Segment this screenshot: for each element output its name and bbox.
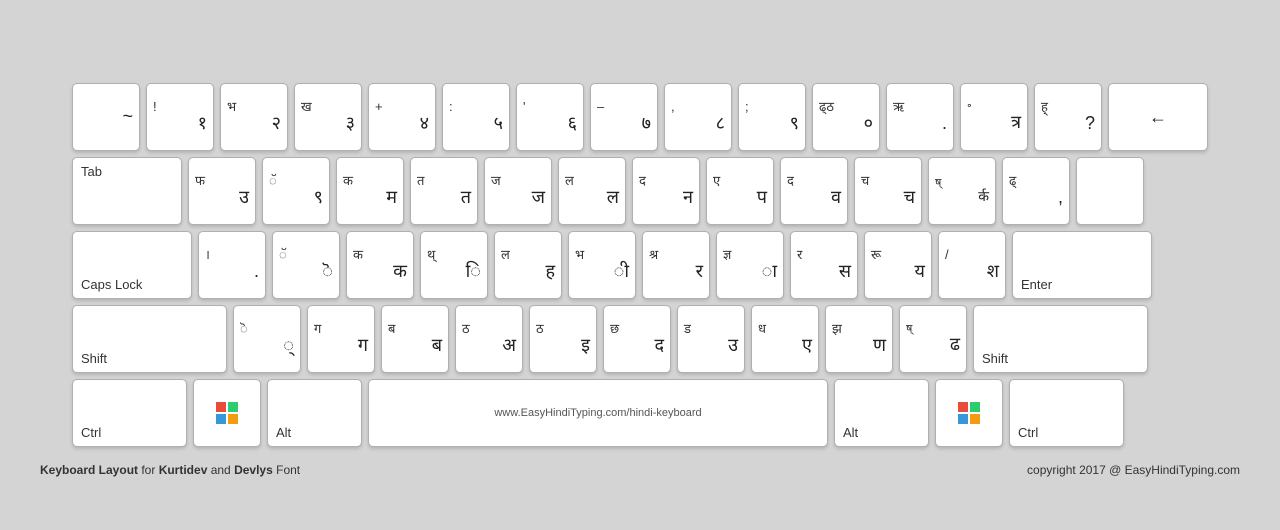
zxcv-row: Shift ॆ ् ग ग ब ब ठ अ ठ इ छ द ड उ <box>72 305 1208 373</box>
ctrl-left-key[interactable]: Ctrl <box>72 379 187 447</box>
key-e[interactable]: क म <box>336 157 404 225</box>
key-2[interactable]: भ २ <box>220 83 288 151</box>
windows-icon <box>216 402 238 424</box>
key-v[interactable]: ठ अ <box>455 305 523 373</box>
key-t[interactable]: ज ज <box>484 157 552 225</box>
enter-key[interactable]: Enter <box>1012 231 1152 299</box>
caps-lock-key[interactable]: Caps Lock <box>72 231 192 299</box>
key-i[interactable]: ए प <box>706 157 774 225</box>
key-y[interactable]: ल ल <box>558 157 626 225</box>
key-z[interactable]: ॆ ् <box>233 305 301 373</box>
footer-left: Keyboard Layout for Kurtidev and Devlys … <box>40 463 300 477</box>
key-m[interactable]: ड उ <box>677 305 745 373</box>
key-9[interactable]: ; ९ <box>738 83 806 151</box>
qwerty-row: Tab फ उ ॅ ९ क म त त ज ज ल ल द न <box>72 157 1208 225</box>
key-g[interactable]: ल ह <box>494 231 562 299</box>
key-bracket[interactable]: ह् ? <box>1034 83 1102 151</box>
key-r[interactable]: त त <box>410 157 478 225</box>
shift-left-key[interactable]: Shift <box>72 305 227 373</box>
key-o[interactable]: द व <box>780 157 848 225</box>
alt-left-key[interactable]: Alt <box>267 379 362 447</box>
key-period[interactable]: झ ण <box>825 305 893 373</box>
asdf-row: Caps Lock । . ॅ ॆ क क थ् ि ल ह भ ी श्र र <box>72 231 1208 299</box>
key-equals[interactable]: ॰ त्र <box>960 83 1028 151</box>
alt-right-key[interactable]: Alt <box>834 379 929 447</box>
footer: Keyboard Layout for Kurtidev and Devlys … <box>0 457 1280 477</box>
key-lbracket[interactable]: ष् र्क <box>928 157 996 225</box>
key-7[interactable]: – ७ <box>590 83 658 151</box>
key-a[interactable]: । . <box>198 231 266 299</box>
key-j[interactable]: श्र र <box>642 231 710 299</box>
key-f[interactable]: थ् ि <box>420 231 488 299</box>
key-l[interactable]: र स <box>790 231 858 299</box>
key-8[interactable]: , ८ <box>664 83 732 151</box>
key-semicolon[interactable]: रू य <box>864 231 932 299</box>
footer-copyright: copyright 2017 @ EasyHindiTyping.com <box>1027 463 1240 477</box>
number-row: ~ ! १ भ २ ख ३ + ४ : ५ ' ६ – ७ <box>72 83 1208 151</box>
key-w[interactable]: ॅ ९ <box>262 157 330 225</box>
key-d[interactable]: क क <box>346 231 414 299</box>
tab-key[interactable]: Tab <box>72 157 182 225</box>
spacebar[interactable]: www.EasyHindiTyping.com/hindi-keyboard <box>368 379 828 447</box>
key-0[interactable]: ढ्ठ ० <box>812 83 880 151</box>
key-s[interactable]: ॅ ॆ <box>272 231 340 299</box>
key-c[interactable]: ब ब <box>381 305 449 373</box>
key-n[interactable]: छ द <box>603 305 671 373</box>
key-backtick[interactable]: ~ <box>72 83 140 151</box>
key-k[interactable]: ज्ञ ा <box>716 231 784 299</box>
key-6[interactable]: ' ६ <box>516 83 584 151</box>
key-u[interactable]: द न <box>632 157 700 225</box>
key-4[interactable]: + ४ <box>368 83 436 151</box>
key-comma[interactable]: ध ए <box>751 305 819 373</box>
key-1[interactable]: ! १ <box>146 83 214 151</box>
key-q[interactable]: फ उ <box>188 157 256 225</box>
shift-right-key[interactable]: Shift <box>973 305 1148 373</box>
bottom-row: Ctrl Alt www.EasyHindiTyping.com/hindi-k… <box>72 379 1208 447</box>
key-x[interactable]: ग ग <box>307 305 375 373</box>
win-left-key[interactable] <box>193 379 261 447</box>
key-b[interactable]: ठ इ <box>529 305 597 373</box>
key-3[interactable]: ख ३ <box>294 83 362 151</box>
key-minus[interactable]: ऋ . <box>886 83 954 151</box>
win-right-key[interactable] <box>935 379 1003 447</box>
key-rbracket[interactable]: ढ् , <box>1002 157 1070 225</box>
footer-right: copyright 2017 @ EasyHindiTyping.com <box>1027 463 1240 477</box>
key-p[interactable]: च च <box>854 157 922 225</box>
ctrl-right-key[interactable]: Ctrl <box>1009 379 1124 447</box>
backspace-key[interactable]: ← <box>1108 83 1208 151</box>
keyboard: ~ ! १ भ २ ख ३ + ४ : ५ ' ६ – ७ <box>32 53 1248 457</box>
key-5[interactable]: : ५ <box>442 83 510 151</box>
key-slash[interactable]: ष् ढ <box>899 305 967 373</box>
caps-lock-label: Caps Lock <box>81 277 142 292</box>
windows-icon-right <box>958 402 980 424</box>
key-backslash[interactable] <box>1076 157 1144 225</box>
key-quote[interactable]: / श <box>938 231 1006 299</box>
spacebar-label: www.EasyHindiTyping.com/hindi-keyboard <box>494 407 701 419</box>
key-h[interactable]: भ ी <box>568 231 636 299</box>
footer-left-text: Keyboard Layout for Kurtidev and Devlys … <box>40 463 300 477</box>
